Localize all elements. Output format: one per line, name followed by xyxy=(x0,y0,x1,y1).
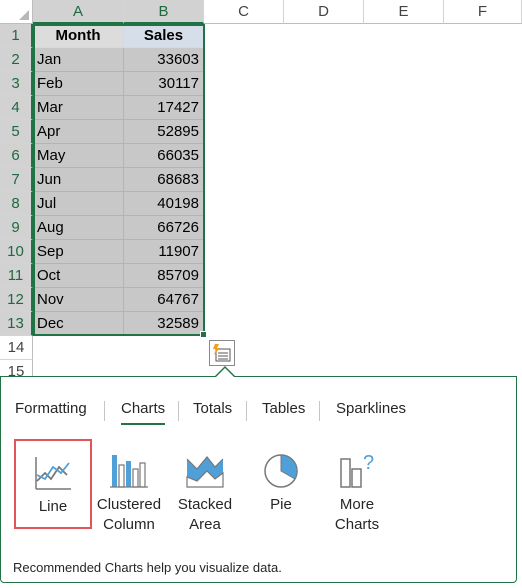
line-chart-icon xyxy=(35,457,71,490)
cell-month[interactable]: Mar xyxy=(33,96,124,120)
fill-handle[interactable] xyxy=(200,331,207,338)
row-header[interactable]: 12 xyxy=(0,288,33,312)
cell-month[interactable]: Aug xyxy=(33,216,124,240)
row-header[interactable]: 2 xyxy=(0,48,33,72)
row-header[interactable]: 1 xyxy=(0,24,33,48)
cell-sales[interactable]: 17427 xyxy=(124,96,204,120)
column-header-e[interactable]: E xyxy=(364,0,444,24)
column-header-c[interactable]: C xyxy=(204,0,284,24)
cell-sales[interactable]: 85709 xyxy=(124,264,204,288)
column-header-d[interactable]: D xyxy=(284,0,364,24)
cell-sales[interactable]: 33603 xyxy=(124,48,204,72)
panel-pointer-fill xyxy=(215,368,235,378)
cell-month[interactable]: May xyxy=(33,144,124,168)
clustered-column-icon xyxy=(110,455,148,488)
chart-option-more-charts[interactable]: ? More Charts xyxy=(318,439,396,533)
tab-totals[interactable]: Totals xyxy=(193,399,232,423)
cell-month[interactable]: Jul xyxy=(33,192,124,216)
header-cell-sales[interactable]: Sales xyxy=(124,24,204,48)
cell-month[interactable]: Dec xyxy=(33,312,124,336)
cell-month[interactable]: Apr xyxy=(33,120,124,144)
chart-option-stacked-area[interactable]: Stacked Area xyxy=(166,439,244,533)
tab-tables[interactable]: Tables xyxy=(262,399,305,423)
tab-divider xyxy=(178,401,179,421)
chart-option-label: Pie xyxy=(270,496,292,513)
quick-analysis-hint: Recommended Charts help you visualize da… xyxy=(13,560,282,575)
cell-month[interactable]: Sep xyxy=(33,240,124,264)
row-header[interactable]: 13 xyxy=(0,312,33,336)
column-header-f[interactable]: F xyxy=(444,0,522,24)
row-header[interactable]: 4 xyxy=(0,96,33,120)
cell-sales[interactable]: 40198 xyxy=(124,192,204,216)
row-header[interactable]: 6 xyxy=(0,144,33,168)
cell-sales[interactable]: 66035 xyxy=(124,144,204,168)
pie-chart-icon xyxy=(264,454,298,488)
chart-option-label: More Charts xyxy=(334,496,380,533)
cell-sales[interactable]: 66726 xyxy=(124,216,204,240)
chart-option-label: Line xyxy=(38,498,68,515)
cell-sales[interactable]: 64767 xyxy=(124,288,204,312)
tab-divider xyxy=(319,401,320,421)
chart-option-line[interactable]: Line xyxy=(14,439,92,529)
cell-month[interactable]: Jun xyxy=(33,168,124,192)
column-header-a[interactable]: A xyxy=(33,0,124,24)
row-header[interactable]: 5 xyxy=(0,120,33,144)
quick-analysis-icon xyxy=(213,344,231,362)
cell-sales[interactable]: 68683 xyxy=(124,168,204,192)
row-header[interactable]: 8 xyxy=(0,192,33,216)
quick-analysis-button[interactable] xyxy=(209,340,235,366)
cell-month[interactable]: Feb xyxy=(33,72,124,96)
tab-charts[interactable]: Charts xyxy=(121,399,166,425)
cell-month[interactable]: Oct xyxy=(33,264,124,288)
row-header[interactable]: 11 xyxy=(0,264,33,288)
chart-option-label: Stacked Area xyxy=(177,496,233,533)
svg-text:?: ? xyxy=(363,452,374,474)
row-header[interactable]: 3 xyxy=(0,72,33,96)
tab-sparklines[interactable]: Sparklines xyxy=(336,399,406,423)
chart-option-pie[interactable]: Pie xyxy=(242,439,320,529)
row-header[interactable]: 10 xyxy=(0,240,33,264)
spreadsheet: A B C D E F 1 2 3 4 5 6 7 8 9 10 11 12 1… xyxy=(0,0,522,588)
more-charts-icon: ? xyxy=(340,452,374,488)
chart-option-label: Clustered Column xyxy=(96,496,162,533)
header-cell-month[interactable]: Month xyxy=(33,24,124,48)
cell-sales[interactable]: 52895 xyxy=(124,120,204,144)
cell-month[interactable]: Nov xyxy=(33,288,124,312)
tab-divider xyxy=(246,401,247,421)
tab-formatting[interactable]: Formatting xyxy=(15,399,87,423)
tab-divider xyxy=(104,401,105,421)
cell-sales[interactable]: 30117 xyxy=(124,72,204,96)
cell-sales[interactable]: 11907 xyxy=(124,240,204,264)
stacked-area-icon xyxy=(186,456,224,488)
cell-sales[interactable]: 32589 xyxy=(124,312,204,336)
column-header-b[interactable]: B xyxy=(124,0,204,24)
quick-analysis-panel: Formatting Charts Totals Tables Sparklin… xyxy=(0,376,517,583)
row-header[interactable]: 14 xyxy=(0,336,33,360)
cell-month[interactable]: Jan xyxy=(33,48,124,72)
row-header[interactable]: 9 xyxy=(0,216,33,240)
chart-option-clustered-column[interactable]: Clustered Column xyxy=(90,439,168,533)
row-header[interactable]: 7 xyxy=(0,168,33,192)
select-all-corner[interactable] xyxy=(0,0,33,24)
